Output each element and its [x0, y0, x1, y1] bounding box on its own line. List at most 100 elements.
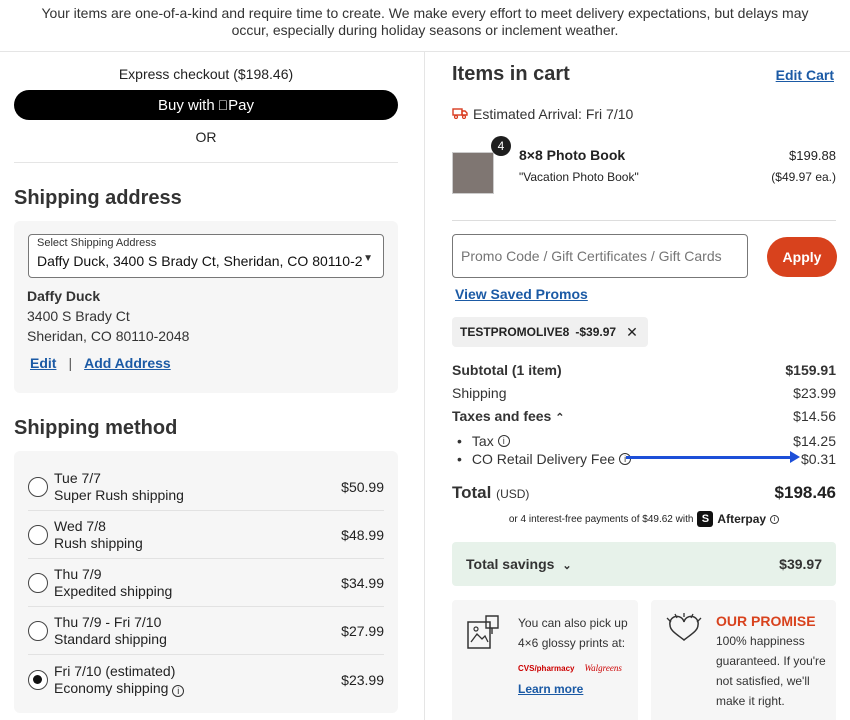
learn-more-link[interactable]: Learn more [518, 682, 583, 696]
address-name: Daffy Duck [27, 288, 101, 304]
view-saved-promos-link[interactable]: View Saved Promos [455, 286, 588, 302]
total-savings-row[interactable]: Total savings ⌄ $39.97 [452, 542, 836, 586]
heart-hands-icon [663, 612, 705, 649]
promise-line-4: make it right. [716, 694, 785, 708]
apple-pay-button[interactable]: Buy with Pay [14, 90, 398, 120]
applied-promo-chip: TESTPROMOLIVE8 -$39.97 ✕ [452, 317, 648, 347]
promo-code-input[interactable] [452, 234, 748, 278]
pickup-card: You can also pick up 4×6 glossy prints a… [452, 600, 638, 720]
select-value: Daffy Duck, 3400 S Brady Ct, Sheridan, C… [37, 253, 362, 269]
info-icon[interactable]: i [172, 684, 185, 697]
delivery-fee-value: $0.31 [800, 451, 836, 467]
shipping-option-expedited[interactable]: Thu 7/9 Expedited shipping $34.99 [28, 560, 384, 607]
chevron-up-icon[interactable]: ⌃ [555, 412, 564, 424]
pickup-line-2: 4×6 glossy prints at: [518, 636, 626, 650]
radio-button-selected[interactable] [28, 669, 48, 690]
option-date: Tue 7/7 [54, 470, 101, 486]
express-checkout-label: Express checkout ($198.46) [118, 66, 294, 82]
radio-button[interactable] [28, 573, 48, 593]
truck-icon [452, 107, 468, 122]
shipping-option-standard[interactable]: Thu 7/9 - Fri 7/10 Standard shipping $27.… [28, 608, 384, 655]
divider [14, 162, 398, 163]
savings-value: $39.97 [779, 556, 822, 572]
shipping-address-title: Shipping address [14, 187, 182, 209]
tax-value: $14.25 [793, 433, 836, 449]
column-divider [424, 52, 425, 720]
tax-line: • Tax i [457, 433, 510, 449]
arrival-text: Estimated Arrival: Fri 7/10 [473, 106, 634, 122]
option-price: $27.99 [341, 623, 384, 639]
afterpay-logo-icon: S [697, 511, 714, 527]
buy-with-label: Buy with [157, 96, 215, 114]
radio-button[interactable] [28, 621, 48, 641]
apple-icon:  [218, 97, 229, 113]
edit-address-link[interactable]: Edit [30, 355, 56, 371]
subtotal-label: Subtotal (1 item) [452, 362, 562, 378]
pay-label: Pay [222, 96, 254, 114]
radio-button[interactable] [28, 477, 48, 497]
option-date: Fri 7/10 (estimated) [54, 662, 176, 679]
total-currency: (USD) [496, 487, 530, 501]
radio-button[interactable] [28, 525, 48, 545]
info-icon[interactable]: i [497, 435, 510, 447]
product-thumbnail [452, 152, 494, 194]
edit-cart-link[interactable]: Edit Cart [776, 67, 834, 83]
shipping-option-super-rush[interactable]: Tue 7/7 Super Rush shipping $50.99 [28, 464, 384, 511]
promise-card: OUR PROMISE 100% happiness guaranteed. I… [651, 600, 836, 720]
option-price: $50.99 [341, 479, 384, 495]
option-name: Standard shipping [54, 631, 167, 647]
info-icon[interactable]: i [770, 514, 780, 524]
estimated-arrival: Estimated Arrival: Fri 7/10 [452, 106, 633, 122]
option-name: Economy shipping [54, 679, 169, 696]
subtotal-value: $159.91 [785, 362, 836, 378]
shipping-label: Shipping [452, 385, 507, 401]
shipping-option-rush[interactable]: Wed 7/8 Rush shipping $48.99 [28, 512, 384, 559]
shipping-option-economy[interactable]: Fri 7/10 (estimated) Economy shipping i $… [28, 656, 384, 703]
afterpay-name: Afterpay [717, 512, 767, 526]
taxes-row[interactable]: Taxes and fees ⌃ $14.56 [452, 408, 836, 424]
option-date: Thu 7/9 [54, 566, 102, 582]
promise-title: OUR PROMISE [716, 613, 816, 629]
remove-promo-icon[interactable]: ✕ [626, 324, 638, 341]
promo-discount: -$39.97 [575, 325, 617, 339]
or-separator: OR [195, 129, 217, 145]
promise-line-2: guaranteed. If you're [716, 654, 826, 668]
select-label: Select Shipping Address [37, 237, 157, 249]
total-value: $198.46 [774, 483, 836, 502]
option-name: Super Rush shipping [54, 487, 184, 503]
info-icon[interactable]: i [619, 453, 632, 465]
afterpay-line: or 4 interest-free payments of $49.62 wi… [452, 511, 836, 527]
subtotal-row: Subtotal (1 item) $159.91 [452, 362, 836, 378]
delivery-notice-banner: Your items are one-of-a-kind and require… [0, 0, 850, 52]
afterpay-text: or 4 interest-free payments of $49.62 wi… [508, 513, 694, 525]
pickup-line-1: You can also pick up [518, 616, 628, 630]
promise-line-1: 100% happiness [716, 634, 805, 648]
tax-label: Tax [471, 433, 494, 449]
add-address-link[interactable]: Add Address [84, 355, 171, 371]
product-subtitle: "Vacation Photo Book" [519, 170, 639, 184]
promo-code: TESTPROMOLIVE8 [460, 325, 570, 339]
promise-line-3: not satisfied, we'll [716, 674, 810, 688]
photo-prints-icon [466, 614, 502, 655]
option-price: $34.99 [341, 575, 384, 591]
option-name: Expedited shipping [54, 583, 173, 599]
apply-promo-button[interactable]: Apply [767, 237, 837, 277]
option-date: Thu 7/9 - Fri 7/10 [54, 614, 162, 630]
bullet-icon: • [457, 433, 462, 449]
delivery-fee-value-row: $0.31 [760, 451, 836, 467]
product-name: 8×8 Photo Book [519, 147, 626, 163]
bullet-icon: • [457, 451, 462, 467]
caret-down-icon: ▼ [363, 253, 373, 264]
option-name: Rush shipping [54, 535, 143, 551]
address-street: 3400 S Brady Ct [27, 308, 130, 324]
cvs-logo: CVS/pharmacy [518, 664, 575, 673]
chevron-down-icon[interactable]: ⌄ [562, 560, 571, 572]
divider [452, 220, 836, 221]
total-text: Total [452, 483, 492, 502]
taxes-value: $14.56 [793, 408, 836, 424]
walgreens-logo: Walgreens [584, 663, 622, 673]
shipping-address-select[interactable]: Select Shipping Address Daffy Duck, 3400… [28, 234, 384, 278]
quantity-badge: 4 [491, 136, 511, 156]
delivery-fee-line: • CO Retail Delivery Fee i [457, 451, 632, 467]
taxes-label: Taxes and fees [452, 408, 552, 424]
